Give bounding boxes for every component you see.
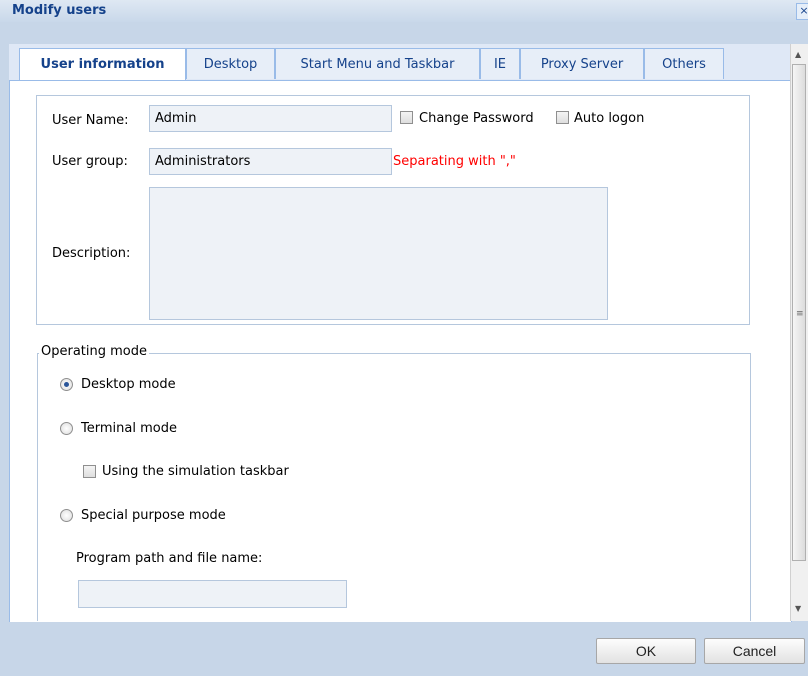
auto-logon-checkbox[interactable] (556, 111, 569, 124)
terminal-mode-label: Terminal mode (81, 421, 177, 436)
user-group-label: User group: (52, 154, 128, 169)
desktop-mode-radio[interactable] (60, 378, 73, 391)
auto-logon-label: Auto logon (574, 111, 645, 126)
tab-ie[interactable]: IE (480, 48, 520, 79)
modify-users-dialog: Modify users × User information Desktop … (0, 0, 808, 676)
tab-content: User Name: Change Password Auto logon Us… (10, 81, 790, 621)
program-path-input[interactable] (78, 580, 347, 608)
tab-strip: User information Desktop Start Menu and … (9, 44, 791, 81)
user-group-input[interactable] (149, 148, 392, 175)
change-password-label: Change Password (419, 111, 534, 126)
terminal-mode-radio[interactable] (60, 422, 73, 435)
special-purpose-label: Special purpose mode (81, 508, 226, 523)
dialog-footer: OK Cancel (0, 622, 808, 676)
ok-button[interactable]: OK (596, 638, 696, 664)
username-label: User Name: (52, 113, 129, 128)
change-password-checkbox[interactable] (400, 111, 413, 124)
vertical-scrollbar[interactable]: ▲ ≡ ▼ (790, 44, 808, 621)
description-textarea[interactable] (149, 187, 608, 320)
special-purpose-radio[interactable] (60, 509, 73, 522)
dialog-title: Modify users (12, 3, 107, 18)
scroll-thumb[interactable]: ≡ (792, 64, 806, 561)
title-bar[interactable]: Modify users × (0, 0, 808, 22)
program-path-label: Program path and file name: (76, 551, 263, 566)
tab-others[interactable]: Others (644, 48, 724, 79)
operating-mode-legend: Operating mode (39, 344, 149, 359)
desktop-mode-label: Desktop mode (81, 377, 176, 392)
tab-proxy-server[interactable]: Proxy Server (520, 48, 644, 79)
tab-start-menu-taskbar[interactable]: Start Menu and Taskbar (275, 48, 480, 79)
grip-icon: ≡ (796, 309, 804, 319)
tab-desktop[interactable]: Desktop (186, 48, 275, 79)
simulation-taskbar-label: Using the simulation taskbar (102, 464, 289, 479)
scroll-up-icon[interactable]: ▲ (795, 50, 801, 59)
username-input[interactable] (149, 105, 392, 132)
close-icon[interactable]: × (796, 3, 808, 20)
user-group-hint: Separating with "," (393, 154, 516, 169)
description-label: Description: (52, 246, 131, 261)
cancel-button[interactable]: Cancel (704, 638, 805, 664)
simulation-taskbar-checkbox[interactable] (83, 465, 96, 478)
scroll-down-icon[interactable]: ▼ (795, 604, 801, 613)
tab-user-information[interactable]: User information (19, 48, 186, 80)
